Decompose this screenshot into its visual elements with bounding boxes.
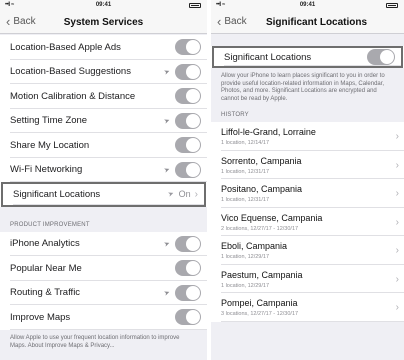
history-place: Vico Equense, Campania — [221, 212, 323, 223]
improve-maps-footer: Allow Apple to use your frequent locatio… — [10, 334, 180, 349]
history-place: Liffol-le-Grand, Lorraine — [221, 127, 316, 137]
battery-icon — [189, 3, 201, 8]
row-location-based-suggestions[interactable]: Location-Based Suggestions ➤ — [0, 59, 207, 84]
toggle-switch[interactable] — [175, 235, 201, 252]
history-detail: 1 location, 12/31/17 — [221, 197, 270, 203]
location-arrow-icon: ➤ — [163, 165, 172, 175]
nav-bar: ‹ Back System Services — [0, 11, 207, 34]
row-iphone-analytics[interactable]: iPhone Analytics ➤ — [0, 231, 207, 256]
row-label: Setting Time Zone — [10, 115, 88, 127]
row-setting-time-zone[interactable]: Setting Time Zone ➤ — [0, 108, 207, 133]
toggle-switch[interactable] — [175, 137, 201, 154]
chevron-right-icon: › — [395, 302, 399, 313]
row-label: Popular Near Me — [10, 262, 82, 274]
significant-locations-screen: ••ll ≈ 09:41 ‹ Back Significant Location… — [211, 0, 404, 360]
history-item[interactable]: Sorrento, Campania 1 location, 12/31/17 … — [211, 150, 404, 179]
status-time: 09:41 — [299, 2, 316, 8]
toggle-switch[interactable] — [175, 39, 201, 56]
significant-locations-toggle-group: Significant Locations — [211, 46, 404, 68]
chevron-right-icon: › — [194, 188, 198, 200]
row-label: Location-Based Suggestions — [10, 66, 131, 78]
chevron-left-icon: ‹ — [217, 13, 222, 29]
history-item[interactable]: Paestum, Campania 1 location, 12/29/17 › — [211, 264, 404, 293]
history-detail: 3 locations, 12/27/17 - 12/30/17 — [221, 311, 299, 317]
location-arrow-icon: ➤ — [163, 116, 172, 126]
chevron-right-icon: › — [395, 131, 399, 142]
toggle-switch[interactable] — [175, 88, 201, 105]
row-label: Routing & Traffic — [10, 287, 81, 299]
history-item[interactable]: Pompei, Campania 3 locations, 12/27/17 -… — [211, 293, 404, 322]
chevron-right-icon: › — [395, 216, 399, 228]
history-place: Eboli, Campania — [221, 241, 288, 251]
row-label: Share My Location — [10, 139, 90, 151]
row-motion-calibration[interactable]: Motion Calibration & Distance — [0, 84, 207, 109]
location-arrow-icon: ➤ — [163, 67, 172, 77]
product-improvement-list: iPhone Analytics ➤ Popular Near Me Routi… — [0, 231, 207, 330]
toggle-switch[interactable] — [175, 63, 201, 80]
history-header: HISTORY — [221, 112, 249, 118]
location-arrow-icon: ➤ — [163, 288, 172, 298]
status-bar: ••ll ≈ 09:41 — [211, 0, 404, 11]
status-time: 09:41 — [95, 2, 112, 8]
significant-locations-value: On — [178, 189, 191, 200]
chevron-right-icon: › — [395, 245, 399, 256]
history-item[interactable]: Positano, Campania 1 location, 12/31/17 … — [211, 179, 404, 208]
toggle-switch[interactable] — [175, 260, 201, 277]
history-detail: 1 location, 12/31/17 — [221, 168, 270, 175]
row-significant-locations[interactable]: Significant Locations ➤ On › — [1, 182, 206, 207]
history-list: Liffol-le-Grand, Lorraine 1 location, 12… — [211, 122, 404, 322]
row-label: Significant Locations — [13, 188, 101, 200]
location-arrow-icon: ➤ — [166, 190, 175, 200]
history-place: Pompei, Campania — [221, 298, 298, 308]
row-label: Motion Calibration & Distance — [10, 90, 136, 102]
history-place: Paestum, Campania — [221, 269, 303, 280]
toggle-switch[interactable] — [175, 112, 201, 129]
row-popular-near-me[interactable]: Popular Near Me — [0, 256, 207, 281]
battery-icon — [386, 3, 398, 8]
history-item[interactable]: Eboli, Campania 1 location, 12/29/17 › — [211, 236, 404, 265]
toggle-switch[interactable] — [175, 309, 201, 326]
row-routing-traffic[interactable]: Routing & Traffic ➤ — [0, 280, 207, 305]
chevron-right-icon: › — [395, 188, 399, 199]
significant-locations-description: Allow your iPhone to learn places signif… — [221, 73, 385, 102]
history-place: Sorrento, Campania — [221, 155, 302, 166]
row-label: iPhone Analytics — [10, 238, 80, 250]
row-wifi-networking[interactable]: Wi-Fi Networking ➤ — [0, 157, 207, 182]
page-title: System Services — [63, 17, 144, 28]
row-improve-maps[interactable]: Improve Maps — [0, 305, 207, 330]
section-header: PRODUCT IMPROVEMENT — [10, 221, 90, 228]
history-detail: 1 location, 12/14/17 — [221, 140, 270, 146]
row-label: Improve Maps — [10, 311, 71, 323]
row-label: Significant Locations — [224, 51, 312, 63]
row-label: Wi-Fi Networking — [10, 164, 83, 176]
status-bar: ••ll ≈ 09:41 — [0, 0, 207, 11]
page-title: Significant Locations — [265, 17, 368, 28]
history-place: Positano, Campania — [221, 184, 303, 194]
system-services-screen: ••ll ≈ 09:41 ‹ Back System Services Loca… — [0, 0, 207, 360]
toggle-switch[interactable] — [175, 284, 201, 301]
history-detail: 1 location, 12/29/17 — [221, 282, 270, 289]
history-item[interactable]: Liffol-le-Grand, Lorraine 1 location, 12… — [211, 122, 404, 151]
history-detail: 1 location, 12/29/17 — [221, 254, 270, 260]
row-label: Location-Based Apple Ads — [10, 41, 121, 53]
row-location-based-apple-ads[interactable]: Location-Based Apple Ads — [0, 35, 207, 60]
history-detail: 2 locations, 12/27/17 - 12/30/17 — [221, 225, 299, 232]
chevron-right-icon: › — [395, 273, 399, 285]
system-services-list: Location-Based Apple Ads Location-Based … — [0, 35, 207, 207]
nav-bar: ‹ Back Significant Locations — [211, 11, 404, 34]
history-item[interactable]: Vico Equense, Campania 2 locations, 12/2… — [211, 207, 404, 236]
toggle-switch[interactable] — [367, 49, 395, 65]
toggle-switch[interactable] — [175, 161, 201, 178]
row-significant-locations-toggle[interactable]: Significant Locations — [212, 46, 403, 68]
location-arrow-icon: ➤ — [163, 239, 172, 249]
row-share-my-location[interactable]: Share My Location — [0, 133, 207, 158]
chevron-right-icon: › — [395, 159, 399, 171]
